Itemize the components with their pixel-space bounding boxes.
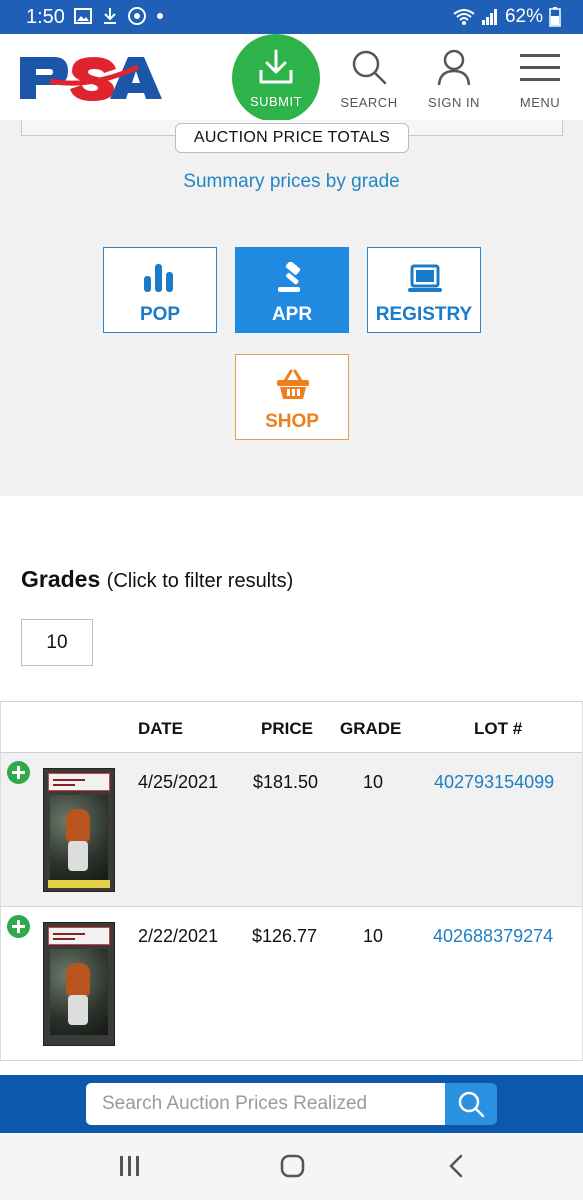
table-header: DATE PRICE GRADE LOT # <box>1 701 582 753</box>
registry-tile[interactable]: REGISTRY <box>367 247 481 333</box>
header-price[interactable]: PRICE <box>261 719 313 739</box>
expand-plus-icon[interactable] <box>7 915 30 938</box>
image-icon <box>74 8 92 24</box>
row-date: 2/22/2021 <box>138 926 219 946</box>
table-row[interactable]: 2/22/2021 $126.77 10 402688379274 <box>1 907 582 1061</box>
header-lot[interactable]: LOT # <box>474 719 522 739</box>
dot-icon <box>157 13 163 19</box>
row-grade: 10 <box>363 772 384 792</box>
slab-label <box>48 927 110 945</box>
summary-prices-link[interactable]: Summary prices by grade <box>0 171 583 193</box>
card-player-legs <box>68 841 88 871</box>
psa-logo[interactable] <box>20 51 162 103</box>
laptop-icon <box>408 264 442 292</box>
card-player <box>66 809 90 843</box>
card-player <box>66 963 90 997</box>
pop-tile[interactable]: POP <box>103 247 217 333</box>
row-date: 4/25/2021 <box>138 772 219 792</box>
bottom-search-bar: Search Auction Prices Realized <box>0 1075 583 1133</box>
bar-chart-icon <box>144 264 173 292</box>
status-icons-left <box>74 7 164 25</box>
wifi-icon <box>453 9 475 25</box>
auction-price-totals-tab[interactable]: AUCTION PRICE TOTALS <box>175 123 409 153</box>
gavel-icon <box>278 262 301 292</box>
slab-label <box>48 773 110 791</box>
user-icon <box>437 49 471 86</box>
row-price: $181.50 <box>253 772 319 792</box>
recents-icon[interactable] <box>119 1153 141 1179</box>
battery-percent: 62% <box>504 6 543 27</box>
home-icon[interactable] <box>280 1153 306 1179</box>
download-icon <box>104 8 116 24</box>
back-icon[interactable] <box>446 1153 466 1179</box>
registry-label: REGISTRY <box>375 304 473 325</box>
chrome-icon <box>128 7 146 25</box>
submit-label: SUBMIT <box>249 94 303 109</box>
shop-label: SHOP <box>265 411 319 432</box>
summary-section: AUCTION PRICE TOTALS Summary prices by g… <box>0 120 583 496</box>
card-thumbnail[interactable] <box>43 768 115 892</box>
menu-icon <box>520 54 560 81</box>
auction-search-button[interactable] <box>445 1083 497 1125</box>
app-header: SUBMIT SEARCH SIGN IN MENU <box>0 34 583 122</box>
card-thumbnail[interactable] <box>43 922 115 1046</box>
grades-title: Grades <box>21 566 101 592</box>
battery-icon <box>549 7 561 27</box>
apr-label: APR <box>271 304 313 325</box>
table-row[interactable]: 4/25/2021 $181.50 10 402793154099 <box>1 753 582 907</box>
header-grade[interactable]: GRADE <box>340 719 401 739</box>
signal-icon <box>481 9 497 25</box>
search-label: SEARCH <box>340 95 398 110</box>
signin-label: SIGN IN <box>428 95 480 110</box>
menu-label: MENU <box>519 95 561 110</box>
status-icons-right: 62% <box>453 6 561 28</box>
basket-icon <box>277 369 309 399</box>
auction-search-input[interactable]: Search Auction Prices Realized <box>86 1083 446 1125</box>
card-player-legs <box>68 995 88 1025</box>
status-bar: 1:50 62% <box>0 0 583 34</box>
auction-results-table: DATE PRICE GRADE LOT # 4/25/2021 $181.50… <box>0 701 583 1061</box>
expand-plus-icon[interactable] <box>7 761 30 784</box>
header-date[interactable]: DATE <box>138 719 183 739</box>
download-tray-icon <box>259 49 293 84</box>
search-icon <box>458 1091 485 1118</box>
grades-heading: Grades (Click to filter results) <box>21 566 293 593</box>
grade-filter-10[interactable]: 10 <box>21 619 93 666</box>
row-price: $126.77 <box>252 926 318 946</box>
row-grade: 10 <box>363 926 384 946</box>
system-nav-bar <box>0 1133 583 1200</box>
row-lot-link[interactable]: 402688379274 <box>433 926 553 947</box>
pop-label: POP <box>139 304 181 325</box>
apr-tile[interactable]: APR <box>235 247 349 333</box>
grades-subtitle: (Click to filter results) <box>106 570 294 592</box>
shop-tile[interactable]: SHOP <box>235 354 349 440</box>
row-lot-link[interactable]: 402793154099 <box>434 772 554 793</box>
status-time: 1:50 <box>26 6 65 28</box>
submit-button[interactable]: SUBMIT <box>232 34 320 122</box>
search-icon <box>352 50 387 85</box>
card-footer-strip <box>48 880 110 888</box>
